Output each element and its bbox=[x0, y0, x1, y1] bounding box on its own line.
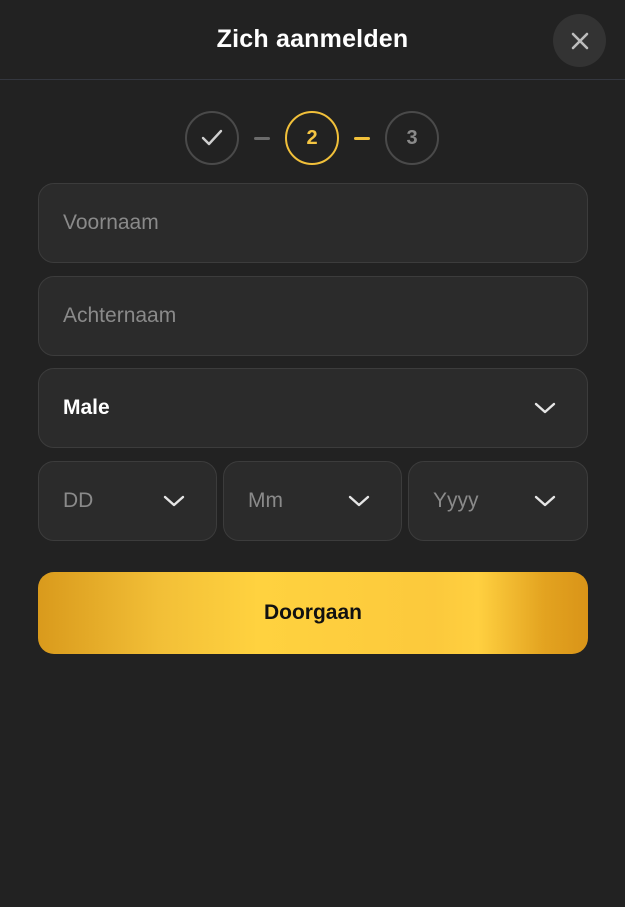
first-name-placeholder: Voornaam bbox=[63, 211, 159, 234]
birth-month-select[interactable]: Mm bbox=[223, 461, 402, 541]
last-name-placeholder: Achternaam bbox=[63, 304, 177, 327]
modal-header: Zich aanmelden bbox=[0, 0, 625, 80]
birth-month-placeholder: Mm bbox=[248, 489, 283, 512]
check-icon bbox=[201, 129, 223, 146]
birth-year-select[interactable]: Yyyy bbox=[408, 461, 588, 541]
close-button[interactable] bbox=[553, 14, 606, 67]
birth-day-placeholder: DD bbox=[63, 489, 94, 512]
step-2-active: 2 bbox=[285, 111, 339, 165]
first-name-input[interactable]: Voornaam bbox=[38, 183, 588, 263]
step-connector bbox=[254, 137, 270, 140]
chevron-down-icon bbox=[348, 495, 370, 507]
close-icon bbox=[571, 32, 588, 49]
modal-title: Zich aanmelden bbox=[216, 25, 409, 53]
step-connector-active bbox=[354, 137, 370, 140]
birth-year-placeholder: Yyyy bbox=[433, 489, 479, 512]
gender-value: Male bbox=[63, 396, 110, 419]
last-name-input[interactable]: Achternaam bbox=[38, 276, 588, 356]
birth-day-select[interactable]: DD bbox=[38, 461, 217, 541]
step-1-done bbox=[185, 111, 239, 165]
chevron-down-icon bbox=[534, 402, 556, 414]
chevron-down-icon bbox=[534, 495, 556, 507]
continue-button[interactable]: Doorgaan bbox=[38, 572, 588, 654]
step-3-pending: 3 bbox=[385, 111, 439, 165]
gender-select[interactable]: Male bbox=[38, 368, 588, 448]
signup-modal: Zich aanmelden 2 3 Voornaam Achternaam M… bbox=[0, 0, 625, 907]
chevron-down-icon bbox=[163, 495, 185, 507]
step-indicator: 2 3 bbox=[0, 111, 625, 165]
